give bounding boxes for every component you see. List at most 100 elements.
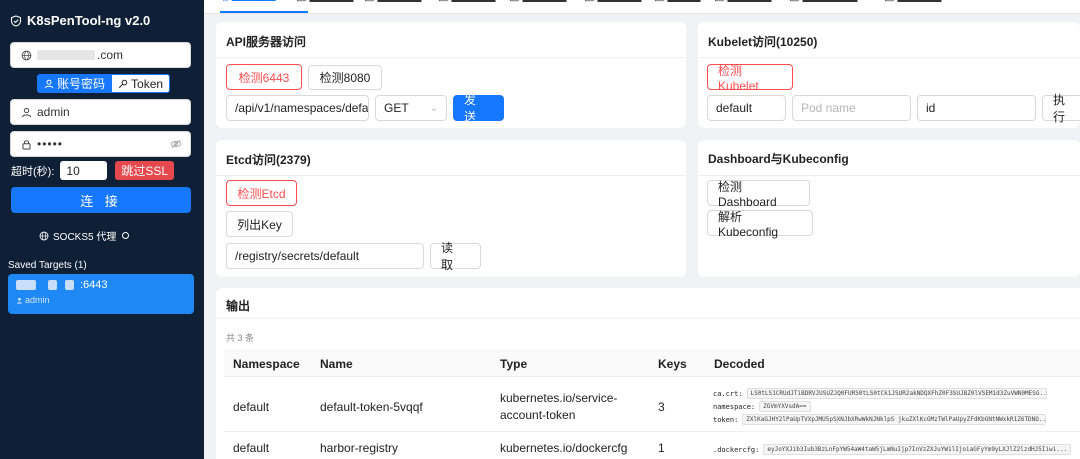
saved-target-item[interactable]: :6443 admin [8, 274, 194, 314]
username-value: admin [37, 105, 70, 119]
redacted-ip-2 [48, 280, 57, 290]
row1-namespace: default [233, 400, 270, 414]
lock-icon [19, 139, 33, 150]
row-divider [224, 431, 1080, 432]
result-count: 共 3 条 [226, 333, 255, 343]
redacted-ip-3 [65, 280, 74, 290]
sidebar: K8sPenTool-ng v2.0 .com 账号密码 Token admin… [0, 0, 204, 459]
host-input[interactable]: .com [10, 42, 191, 68]
socks-proxy-toggle[interactable]: SOCKS5 代理 [39, 228, 130, 243]
parse-kubeconfig-button[interactable]: 解析Kubeconfig [707, 210, 813, 239]
saved-target-port: :6443 [80, 279, 108, 291]
kubelet-namespace-input[interactable]: default [707, 95, 786, 121]
tab-8[interactable]: ▭ ▬▬▬▬ [714, 0, 771, 5]
decoded-key: token: [713, 415, 739, 424]
column-keys: Keys [658, 357, 687, 371]
decoded-key: namespace: [713, 402, 756, 411]
divider [698, 57, 1080, 58]
output-card-title: 输出 [226, 299, 251, 313]
http-method-value: GET [384, 101, 409, 115]
timeout-label: 超时(秒): [11, 165, 55, 178]
row1-name: default-token-5vqqf [320, 400, 423, 414]
check-etcd-button[interactable]: 检测Etcd [226, 180, 297, 206]
redacted-host [37, 50, 95, 60]
timeout-input[interactable]: 10 [60, 161, 108, 180]
api-card: API服务器访问 检测6443 检测8080 /api/v1/namespace… [216, 22, 686, 128]
top-tabs: ⌂ ▬▬▬▬ ▭ ▬▬▬▬ ▭ ▬▬▬▬ ▭ ▬▬▬▬ ▭ ▬▬▬▬ ▭ ▬▬▬… [204, 0, 1080, 14]
saved-target-user: admin [16, 295, 186, 305]
tab-4[interactable]: ▭ ▬▬▬▬ [438, 0, 495, 5]
row1-decoded-token: token: ZXlKaGJHY2lPaUpTVXpJMU5pSXNJbXRwW… [713, 414, 1047, 425]
shield-check-icon [10, 14, 22, 27]
output-card: 输出 共 3 条 Namespace Name Type Keys Decode… [216, 288, 1080, 459]
check-6443-button[interactable]: 检测6443 [226, 64, 302, 90]
saved-targets-title: Saved Targets (1) [8, 260, 87, 271]
eye-invisible-icon[interactable] [170, 139, 182, 149]
dashboard-card: Dashboard与Kubeconfig 检测Dashboard 解析Kubec… [698, 140, 1080, 277]
divider [216, 57, 686, 58]
timeout-row: 超时(秒): 10 跳过SSL [11, 161, 175, 180]
pod-name-input[interactable]: Pod name [792, 95, 911, 121]
check-8080-button[interactable]: 检测8080 [308, 65, 382, 90]
tab-token-label: Token [131, 76, 164, 91]
skip-ssl-toggle[interactable]: 跳过SSL [115, 161, 175, 180]
send-button[interactable]: 发 送 [453, 93, 504, 124]
password-input[interactable]: ••••• [10, 131, 191, 157]
kubelet-card: Kubelet访问(10250) 检测Kubelet default Pod n… [698, 22, 1080, 128]
tab-9[interactable]: ▭ ▬▬▬▬▬ [789, 0, 857, 5]
container-id-input[interactable]: id [917, 95, 1036, 121]
row2-decoded-dockercfg: .dockercfg: eyJoYXJib3Iub3BzLnFpYW54aW4t… [713, 444, 1072, 455]
row2-namespace: default [233, 441, 270, 455]
tab-7[interactable]: ▭ ▬▬▬ [654, 0, 700, 5]
globe-icon [39, 231, 49, 240]
column-name: Name [320, 357, 353, 371]
row2-keys: 1 [658, 441, 665, 455]
column-namespace: Namespace [233, 357, 300, 371]
row2-name: harbor-registry [320, 441, 399, 455]
tab-token[interactable]: Token [112, 74, 171, 93]
execute-button[interactable]: 执 行 [1042, 93, 1080, 124]
tab-password[interactable]: 账号密码 [37, 74, 113, 93]
socks-status-dot [122, 232, 130, 239]
user-icon [16, 297, 23, 303]
globe-icon [19, 50, 33, 61]
list-keys-button[interactable]: 列出Key [226, 211, 293, 237]
column-type: Type [500, 357, 528, 371]
tab-active[interactable]: ⌂ ▬▬▬▬ [222, 0, 276, 4]
key-icon [118, 79, 128, 88]
saved-target-username: admin [25, 295, 50, 305]
app-title: K8sPenTool-ng v2.0 [27, 13, 151, 28]
row1-decoded-ca: ca.crt: LS0tLS1CRUdJTiBDRVJUSUZJQ0FURS0t… [713, 388, 1047, 399]
check-kubelet-button[interactable]: 检测Kubelet [707, 64, 793, 93]
tab-6[interactable]: ▭ ▬▬▬▬ [584, 0, 641, 5]
user-icon [19, 107, 33, 118]
read-button[interactable]: 读 取 [430, 241, 481, 272]
decoded-value: ZGVmYXVsdA== [759, 401, 811, 412]
etcd-card: Etcd访问(2379) 检测Etcd 列出Key /registry/secr… [216, 140, 686, 277]
etcd-card-title: Etcd访问(2379) [226, 153, 311, 167]
dashboard-card-title: Dashboard与Kubeconfig [708, 152, 849, 166]
check-dashboard-button[interactable]: 检测Dashboard [707, 180, 810, 209]
saved-target-host: :6443 [16, 279, 186, 291]
tab-2[interactable]: ▭ ▬▬▬▬ [296, 0, 353, 5]
row1-type-line1: kubernetes.io/service- [500, 391, 618, 405]
app-brand: K8sPenTool-ng v2.0 [10, 13, 150, 28]
api-card-title: API服务器访问 [226, 35, 307, 49]
decoded-value: ZXlKaGJHY2lPaUpTVXpJMU5pSXNJbXRwWkNJNklp… [742, 414, 1047, 425]
host-domain: .com [97, 48, 124, 62]
tab-5[interactable]: ▭ ▬▬▬▬ [509, 0, 566, 5]
socks-label: SOCKS5 代理 [53, 232, 117, 243]
tab-10[interactable]: ▭ ▬▬▬▬ [884, 0, 941, 5]
user-icon [44, 79, 54, 88]
etcd-key-input[interactable]: /registry/secrets/default [226, 243, 424, 269]
http-method-select[interactable]: GET ⌄ [375, 95, 447, 121]
username-input[interactable]: admin [10, 99, 191, 125]
auth-tabs: 账号密码 Token [37, 74, 171, 93]
row1-type-line2: account-token [500, 408, 576, 422]
connect-button[interactable]: 连 接 [11, 187, 191, 213]
table-header: Namespace Name Type Keys Decoded [224, 349, 1080, 377]
tab-3[interactable]: ▭ ▬▬▬▬ [364, 0, 421, 5]
api-path-input[interactable]: /api/v1/namespaces/defa [226, 95, 369, 121]
decoded-key: .dockercfg: [713, 445, 760, 454]
divider [216, 175, 686, 176]
